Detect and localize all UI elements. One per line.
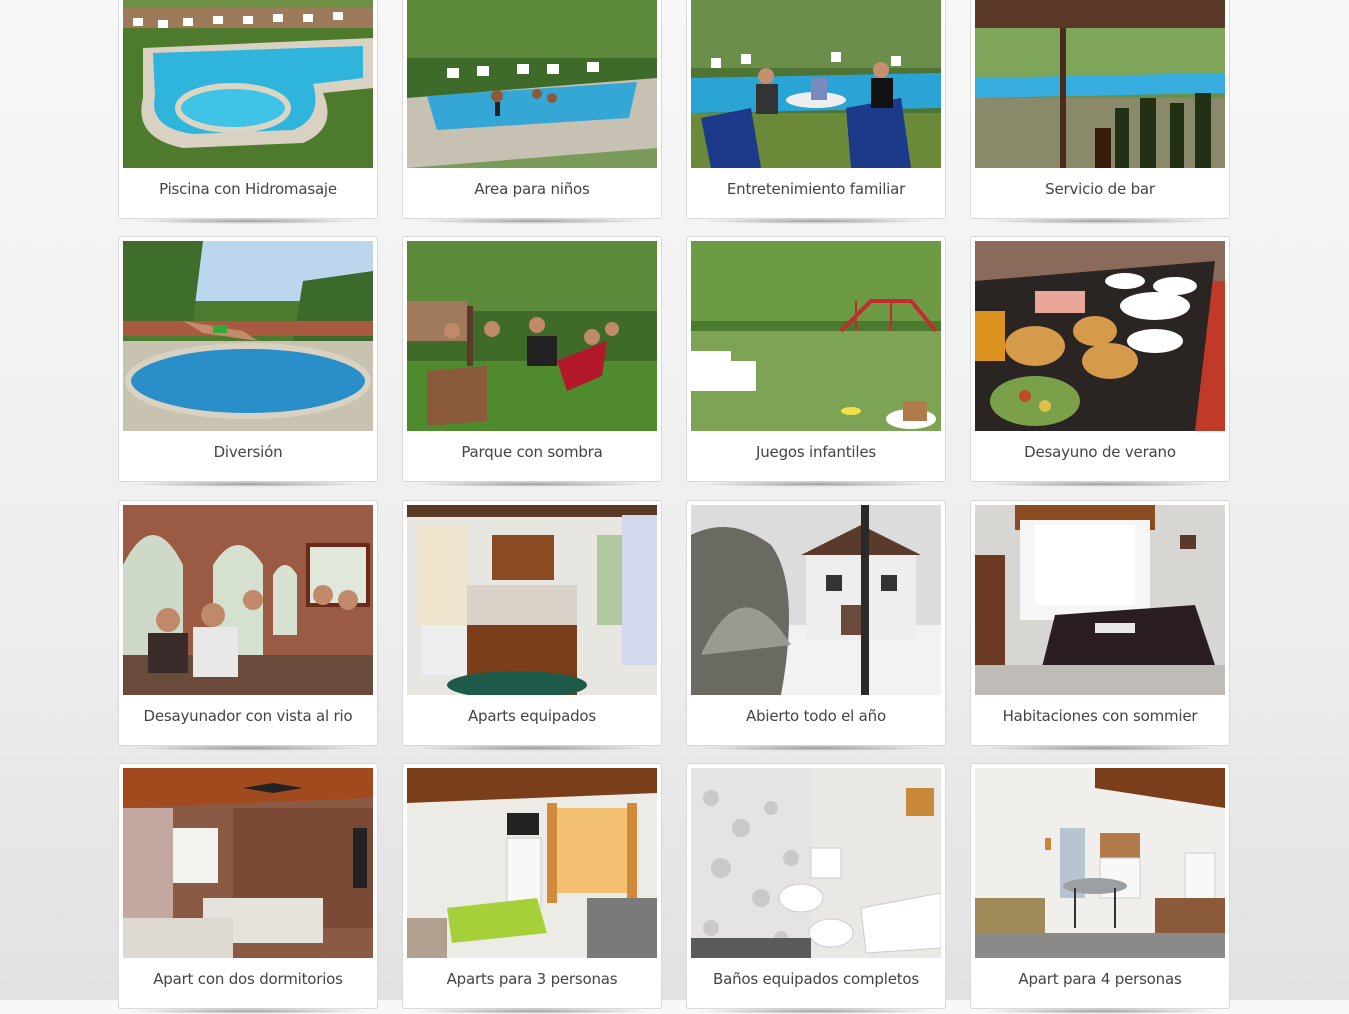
gallery-caption: Desayunador con vista al rio	[143, 707, 353, 725]
photo-playground[interactable]	[691, 241, 941, 431]
gallery-card[interactable]: Diversión	[118, 236, 378, 487]
gallery-card[interactable]: Aparts para 3 personas	[402, 763, 662, 1014]
gallery-caption: Apart para 4 personas	[1018, 970, 1182, 988]
photo-kids-area[interactable]	[407, 0, 657, 168]
photo-apart-4[interactable]	[975, 768, 1225, 958]
gallery-card[interactable]: Apart con dos dormitorios	[118, 763, 378, 1014]
gallery-caption: Aparts equipados	[467, 707, 597, 725]
gallery-card[interactable]: Parque con sombra	[402, 236, 662, 487]
gallery-card[interactable]: Habitaciones con sommier	[970, 500, 1230, 751]
gallery-caption: Aparts para 3 personas	[446, 970, 618, 988]
gallery-card[interactable]: Baños equipados completos	[686, 763, 946, 1014]
gallery-caption: Juegos infantiles	[756, 443, 876, 461]
gallery-caption: Abierto todo el año	[746, 707, 886, 725]
photo-twin-room[interactable]	[123, 768, 373, 958]
photo-family-entertainment[interactable]	[691, 0, 941, 168]
gallery-caption: Desayuno de verano	[1024, 443, 1176, 461]
gallery-caption: Entretenimiento familiar	[726, 180, 906, 198]
gallery-caption: Baños equipados completos	[713, 970, 919, 988]
photo-breakfast-room[interactable]	[123, 505, 373, 695]
photo-diving[interactable]	[123, 241, 373, 431]
gallery-card[interactable]: Desayuno de verano	[970, 236, 1230, 487]
gallery-card[interactable]: Aparts equipados	[402, 500, 662, 751]
gallery-card[interactable]: Entretenimiento familiar	[686, 0, 946, 224]
gallery-caption: Servicio de bar	[1045, 180, 1155, 198]
gallery-caption: Area para niños	[474, 180, 590, 198]
gallery-caption: Habitaciones con sommier	[1002, 707, 1198, 725]
gallery-caption: Piscina con Hidromasaje	[159, 180, 337, 198]
gallery-card[interactable]: Piscina con Hidromasaje	[118, 0, 378, 224]
photo-bathroom[interactable]	[691, 768, 941, 958]
gallery-caption: Parque con sombra	[461, 443, 603, 461]
gallery-card[interactable]: Juegos infantiles	[686, 236, 946, 487]
gallery-caption: Apart con dos dormitorios	[153, 970, 343, 988]
gallery-caption: Diversión	[213, 443, 283, 461]
photo-shaded-park[interactable]	[407, 241, 657, 431]
photo-bedroom[interactable]	[975, 505, 1225, 695]
gallery-card[interactable]: Abierto todo el año	[686, 500, 946, 751]
photo-summer-breakfast[interactable]	[975, 241, 1225, 431]
gallery-card[interactable]: Servicio de bar	[970, 0, 1230, 224]
photo-pool-hydromassage[interactable]	[123, 0, 373, 168]
gallery-card[interactable]: Apart para 4 personas	[970, 763, 1230, 1014]
photo-kitchen[interactable]	[407, 505, 657, 695]
photo-snow-house[interactable]	[691, 505, 941, 695]
photo-bar-service[interactable]	[975, 0, 1225, 168]
gallery-card[interactable]: Desayunador con vista al rio	[118, 500, 378, 751]
gallery-card[interactable]: Area para niños	[402, 0, 662, 224]
photo-apart-3[interactable]	[407, 768, 657, 958]
